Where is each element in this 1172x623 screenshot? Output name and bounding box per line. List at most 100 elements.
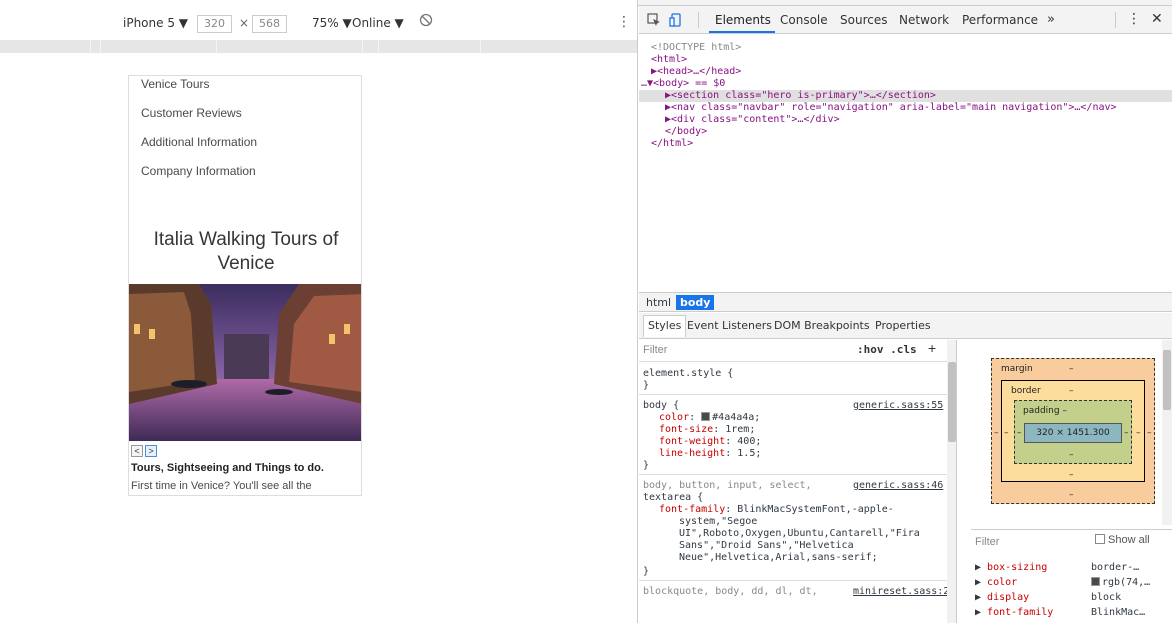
margin-bottom-value: –	[1069, 490, 1074, 500]
tab-performance[interactable]: Performance	[962, 13, 1038, 27]
nav-item-customer-reviews[interactable]: Customer Reviews	[141, 106, 242, 120]
dom-tree: <!DOCTYPE html> <html> ▶<head>…</head> ……	[639, 40, 1172, 290]
computed-row-display[interactable]: ▶ display block	[975, 592, 1121, 603]
computed-filter-input[interactable]: Filter	[975, 536, 999, 548]
body-rule-selector[interactable]: body {	[643, 400, 679, 412]
device-toolbar: iPhone 5 ▼ 320 × 568 75% ▼ Online ▼ ⋮	[0, 6, 637, 40]
more-options-icon[interactable]: ⋮	[617, 14, 631, 30]
group-rule-selector-cont: textarea {	[643, 492, 704, 503]
border-top-value: –	[1069, 386, 1074, 396]
computed-color-value: rgb(74,…	[1091, 577, 1150, 588]
devtools-tab-bar: Elements Console Sources Network Perform…	[639, 6, 1172, 34]
rule-close-brace: }	[643, 380, 650, 391]
breadcrumb-html[interactable]: html	[642, 295, 675, 310]
color-swatch-icon	[701, 412, 711, 421]
tab-network[interactable]: Network	[899, 13, 949, 27]
close-icon[interactable]: ✕	[1151, 11, 1163, 27]
dom-node-section[interactable]: ▶<section class="hero is-primary">…</sec…	[665, 90, 936, 102]
device-toolbar-icon[interactable]	[669, 13, 683, 27]
css-prop-font-family[interactable]: font-family: BlinkMacSystemFont,-apple-	[659, 504, 894, 516]
inspect-element-icon[interactable]	[647, 13, 661, 27]
margin-top-value: –	[1069, 364, 1074, 374]
padding-left-value: –	[1017, 428, 1022, 438]
carousel-next-button[interactable]: >	[145, 445, 157, 457]
styles-scrollbar[interactable]	[947, 340, 956, 623]
boxmodel-scrollbar[interactable]	[1162, 340, 1172, 525]
dom-node-nav[interactable]: ▶<nav class="navbar" role="navigation" a…	[665, 102, 1117, 114]
padding-label: padding –	[1023, 406, 1067, 416]
tab-event-listeners[interactable]: Event Listeners	[687, 319, 772, 332]
group-rule-selector[interactable]: body, button, input, select,	[643, 480, 812, 492]
dom-node-body-close[interactable]: </body>	[665, 126, 707, 138]
minireset-sass-26-link[interactable]: minireset.sass:26	[853, 586, 955, 598]
styles-scroll-thumb[interactable]	[948, 362, 956, 442]
card-text: First time in Venice? You'll see all the	[131, 480, 312, 492]
computed-styles-pane: Filter Show all ▶ box-sizing border-… ▶ c…	[971, 529, 1172, 623]
emulated-device-screen: Venice Tours Customer Reviews Additional…	[128, 75, 362, 496]
margin-label: margin	[1001, 364, 1033, 374]
dom-node-head[interactable]: ▶<head>…</head>	[651, 66, 741, 78]
computed-row-font-family[interactable]: ▶ font-family BlinkMac…	[975, 607, 1145, 618]
dom-node-html-close[interactable]: </html>	[651, 138, 693, 150]
show-all-checkbox[interactable]: Show all	[1095, 534, 1150, 546]
breadcrumb-body[interactable]: body	[676, 295, 715, 310]
box-model-content[interactable]: 320 × 1451.300	[1024, 423, 1122, 443]
border-right-value: –	[1136, 428, 1141, 438]
nav-item-venice-tours[interactable]: Venice Tours	[141, 77, 210, 91]
tab-properties[interactable]: Properties	[875, 319, 931, 332]
css-prop-font-size[interactable]: font-size: 1rem;	[659, 424, 755, 436]
tab-console[interactable]: Console	[780, 13, 828, 27]
device-viewport-area: iPhone 5 ▼ 320 × 568 75% ▼ Online ▼ ⋮ Ve…	[0, 0, 638, 623]
venice-canal-photo	[129, 284, 361, 441]
font-family-value-line: system,"Segoe	[679, 516, 758, 527]
tab-sources[interactable]: Sources	[840, 13, 887, 27]
styles-filter-row: Filter :hov .cls +	[639, 340, 956, 362]
dimension-separator: ×	[239, 16, 250, 30]
card-title: Tours, Sightseeing and Things to do.	[131, 462, 324, 474]
device-select[interactable]: iPhone 5 ▼	[123, 16, 188, 30]
padding-right-value: –	[1124, 428, 1129, 438]
boxmodel-scroll-thumb[interactable]	[1163, 350, 1171, 410]
dom-node-html[interactable]: <html>	[651, 54, 687, 66]
last-rule-selector[interactable]: blockquote, body, dd, dl, dt,	[643, 586, 818, 598]
rule-close-brace: }	[643, 566, 650, 577]
css-prop-line-height[interactable]: line-height: 1.5;	[659, 448, 761, 460]
more-tabs-icon[interactable]: »	[1047, 12, 1055, 27]
add-rule-icon[interactable]: +	[928, 341, 936, 355]
media-query-ruler	[0, 40, 637, 53]
border-label: border	[1011, 386, 1041, 396]
css-prop-color[interactable]: color: #4a4a4a;	[659, 412, 760, 424]
generic-sass-55-link[interactable]: generic.sass:55	[853, 400, 943, 412]
styles-filter-input[interactable]: Filter	[643, 344, 667, 356]
tab-dom-breakpoints[interactable]: DOM Breakpoints	[774, 319, 870, 332]
computed-row-box-sizing[interactable]: ▶ box-sizing border-…	[975, 562, 1139, 573]
carousel-controls: < >	[131, 445, 157, 457]
margin-right-value: –	[1147, 428, 1152, 438]
css-prop-font-weight[interactable]: font-weight: 400;	[659, 436, 761, 448]
rotate-icon[interactable]	[419, 13, 433, 27]
font-family-value-line: UI",Roboto,Oxygen,Ubuntu,Cantarell,"Fira	[679, 528, 920, 539]
height-input[interactable]: 568	[252, 15, 287, 33]
padding-bottom-value: –	[1069, 450, 1074, 460]
network-throttle-select[interactable]: Online ▼	[352, 16, 404, 30]
tab-elements[interactable]: Elements	[715, 13, 771, 27]
font-family-value-line: Sans","Droid Sans","Helvetica	[679, 540, 854, 551]
dom-node-body[interactable]: …▼<body> == $0	[641, 78, 725, 90]
element-style-selector[interactable]: element.style {	[643, 368, 733, 380]
carousel-prev-button[interactable]: <	[131, 445, 143, 457]
dom-node-div-content[interactable]: ▶<div class="content">…</div>	[665, 114, 840, 126]
margin-left-value: –	[994, 428, 999, 438]
generic-sass-46-link[interactable]: generic.sass:46	[853, 480, 943, 492]
hero-title: Italia Walking Tours of Venice	[153, 229, 339, 274]
nav-item-additional-information[interactable]: Additional Information	[141, 135, 257, 149]
styles-pane: Filter :hov .cls + element.style { } bod…	[639, 340, 957, 623]
hov-cls-toggle[interactable]: :hov .cls	[857, 344, 917, 356]
devtools-menu-icon[interactable]: ⋮	[1127, 11, 1141, 27]
tab-styles[interactable]: Styles	[643, 315, 687, 337]
width-input[interactable]: 320	[197, 15, 232, 33]
nav-item-company-information[interactable]: Company Information	[141, 164, 256, 178]
font-family-value-line: Neue",Helvetica,Arial,sans-serif;	[679, 552, 878, 563]
dom-node-doctype[interactable]: <!DOCTYPE html>	[651, 42, 741, 54]
computed-row-color[interactable]: ▶ color rgb(74,…	[975, 577, 1150, 588]
zoom-select[interactable]: 75% ▼	[312, 16, 352, 30]
